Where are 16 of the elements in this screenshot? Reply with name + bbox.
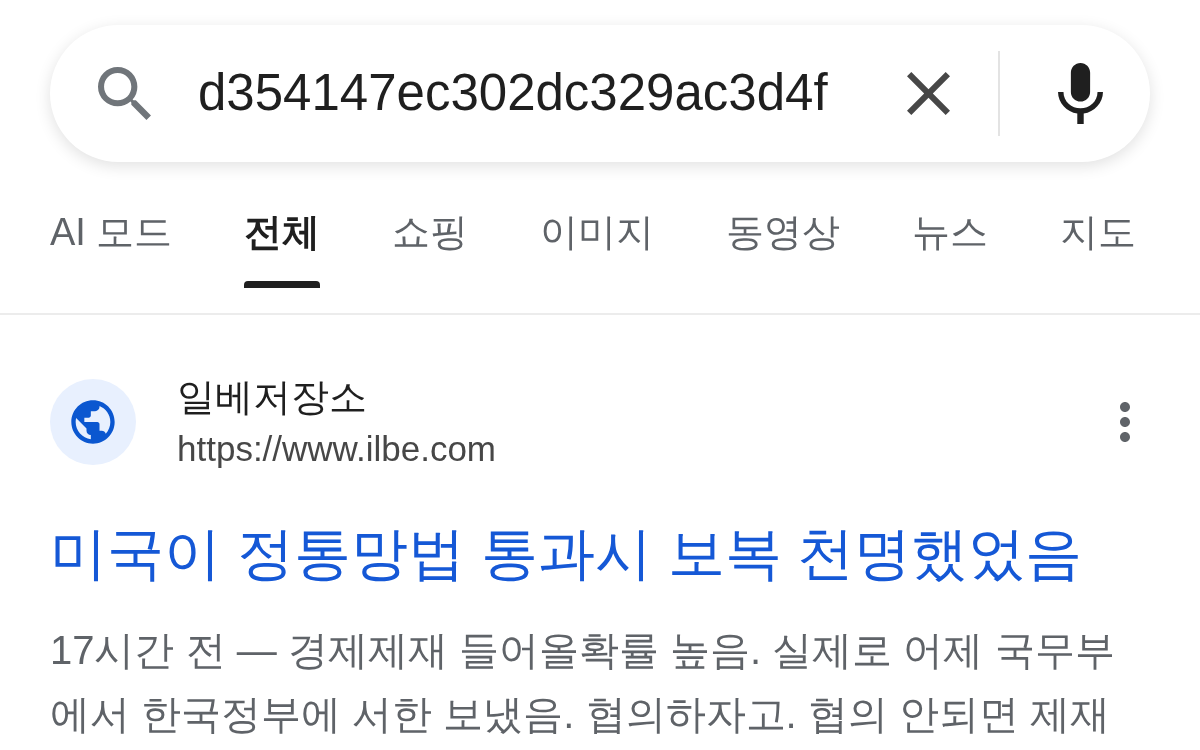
microphone-icon <box>1057 63 1103 124</box>
search-icon <box>98 67 151 120</box>
tab[interactable]: 뉴스 <box>912 202 989 288</box>
tab[interactable]: 지도 <box>1060 202 1137 288</box>
tab[interactable]: 동영상 <box>726 202 841 288</box>
result-title-link[interactable]: 미국이 정통망법 통과시 보복 천명했었음 <box>50 518 1150 588</box>
site-name: 일베저장소 <box>177 375 368 420</box>
search-field[interactable]: d354147ec302dc329ac3d4f <box>198 55 858 132</box>
close-icon <box>906 72 950 115</box>
tab[interactable]: AI 모드 <box>50 202 173 288</box>
site-url: https://www.ilbe.com <box>177 428 496 470</box>
tab[interactable]: 이미지 <box>540 202 655 288</box>
result-snippet: 17시간 전 — 경제제재 들어올확률 높음. 실제로 어제 국무부에서 한국정부에 서한 보냈음. 협의하자고. 협의 안되면 제재 <box>50 627 1116 738</box>
tab[interactable]: 전체 <box>244 202 321 288</box>
more-vertical-icon <box>1120 402 1130 442</box>
tab[interactable]: 쇼핑 <box>392 202 469 288</box>
